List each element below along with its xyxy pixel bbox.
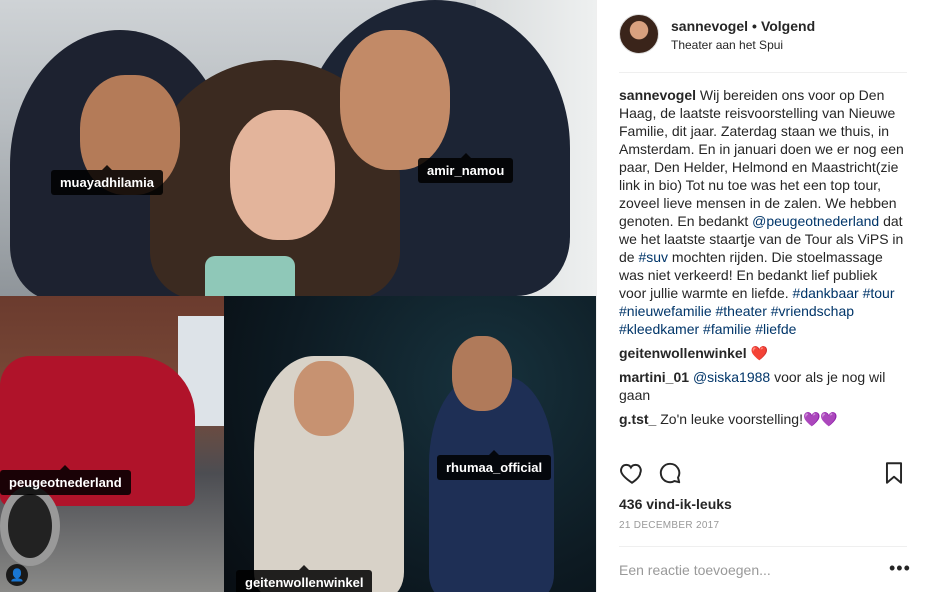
follow-button[interactable]: Volgend	[761, 18, 815, 34]
caption-hashtag[interactable]: #theater	[716, 303, 767, 319]
post-header: sannevogel • Volgend Theater aan het Spui	[619, 14, 909, 64]
photo-face-right	[340, 30, 450, 170]
photo-actor-left-head	[294, 361, 354, 436]
comment-text: ❤️	[750, 345, 768, 361]
photo-phone	[205, 256, 295, 296]
photo-top-selfie	[0, 0, 596, 300]
caption-hashtag[interactable]: #tour	[863, 285, 895, 301]
post-photo-collage[interactable]: muayadhilamia amir_namou peugeotnederlan…	[0, 0, 596, 592]
photo-tag[interactable]: amir_namou	[418, 153, 514, 183]
caption-hashtag[interactable]: #nieuwefamilie	[619, 303, 712, 319]
comment-username[interactable]: geitenwollenwinkel	[619, 345, 747, 361]
caption-hashtag[interactable]: #vriendschap	[771, 303, 854, 319]
caption-text: Wij bereiden ons voor op Den Haag, de la…	[619, 87, 904, 229]
post-side-panel: sannevogel • Volgend Theater aan het Spui …	[596, 0, 930, 592]
comment-username[interactable]: g.tst_	[619, 411, 656, 427]
comment: g.tst_ Zo'n leuke voorstelling!💜💜	[619, 410, 907, 428]
separator-dot: •	[752, 18, 757, 34]
instagram-post: muayadhilamia amir_namou peugeotnederlan…	[0, 0, 930, 592]
comments-section: sannevogel Wij bereiden ons voor op Den …	[619, 86, 907, 434]
heart-icon[interactable]	[619, 460, 645, 486]
photo-bottom-right-stage	[224, 296, 596, 592]
comment: martini_01 @siska1988 voor als je nog wi…	[619, 368, 907, 404]
comment-text: Zo'n leuke voorstelling!💜💜	[656, 411, 838, 427]
photo-actor-right-head	[452, 336, 512, 411]
photo-tag[interactable]: geitenwollenwinkel	[236, 565, 373, 592]
avatar[interactable]	[619, 14, 659, 54]
caption-mention[interactable]: @peugeotnederland	[752, 213, 879, 229]
caption-hashtag[interactable]: #suv	[638, 249, 668, 265]
photo-tag[interactable]: muayadhilamia	[51, 165, 163, 195]
comment-icon[interactable]	[657, 460, 683, 486]
caption-hashtag[interactable]: #liefde	[755, 321, 796, 337]
more-options-icon[interactable]: •••	[889, 558, 911, 579]
location-link[interactable]: Theater aan het Spui	[671, 38, 783, 52]
divider	[619, 72, 907, 73]
user-tag-icon[interactable]: 👤	[6, 564, 28, 586]
comment: geitenwollenwinkel ❤️	[619, 344, 907, 362]
comment-username[interactable]: martini_01	[619, 369, 689, 385]
comment-mention[interactable]: @siska1988	[693, 369, 770, 385]
caption-username[interactable]: sannevogel	[619, 87, 696, 103]
caption-hashtag[interactable]: #kleedkamer	[619, 321, 699, 337]
header-username[interactable]: sannevogel	[671, 18, 748, 34]
photo-tag[interactable]: rhumaa_official	[437, 450, 552, 480]
photo-wheel	[0, 486, 60, 566]
caption-hashtag[interactable]: #dankbaar	[793, 285, 859, 301]
caption: sannevogel Wij bereiden ons voor op Den …	[619, 86, 907, 338]
caption-hashtag[interactable]: #familie	[703, 321, 751, 337]
add-comment-input[interactable]: Een reactie toevoegen...	[619, 562, 771, 578]
photo-tag[interactable]: peugeotnederland	[0, 465, 131, 495]
photo-bottom-left-car	[0, 296, 224, 592]
like-count[interactable]: 436 vind-ik-leuks	[619, 496, 732, 512]
header-user-line: sannevogel • Volgend	[671, 18, 815, 34]
action-bar	[619, 460, 909, 490]
divider	[619, 546, 907, 547]
bookmark-icon[interactable]	[881, 460, 907, 486]
post-date: 21 DECEMBER 2017	[619, 520, 720, 531]
photo-face-center	[230, 110, 335, 240]
